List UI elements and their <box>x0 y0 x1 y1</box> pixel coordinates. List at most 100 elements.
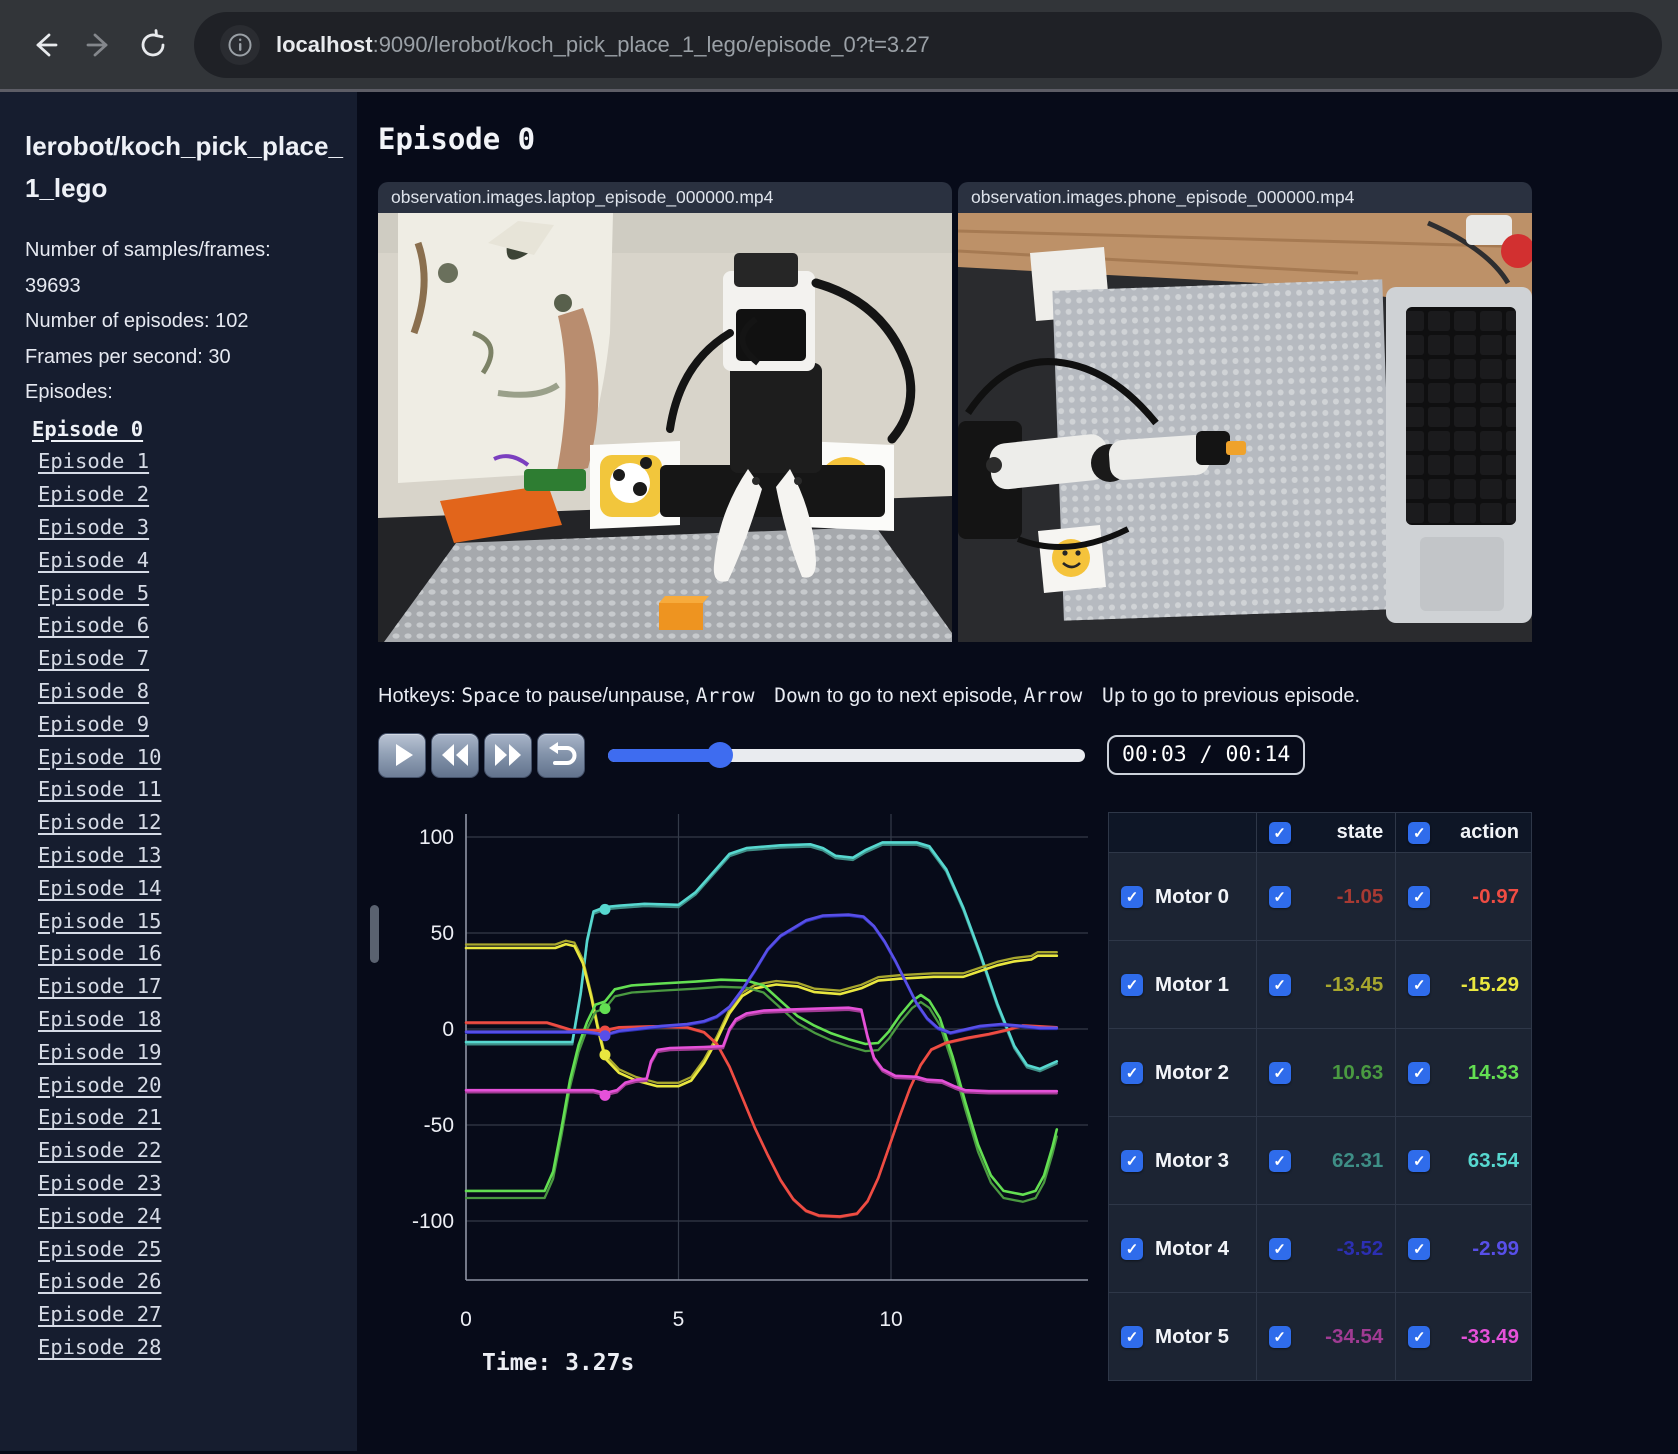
svg-text:100: 100 <box>419 826 454 849</box>
video-panel-laptop: observation.images.laptop_episode_000000… <box>378 182 952 642</box>
url-text[interactable]: localhost:9090/lerobot/koch_pick_place_1… <box>276 32 930 58</box>
state-value: -3.52 <box>1336 1236 1384 1260</box>
checkbox-motor-4[interactable]: ✓ <box>1121 1237 1143 1260</box>
checkbox-motor-5[interactable]: ✓ <box>1121 1325 1143 1348</box>
episode-link[interactable]: Episode 27 <box>38 1302 161 1326</box>
episode-link[interactable]: Episode 14 <box>38 876 161 900</box>
episode-link[interactable]: Episode 5 <box>38 581 149 605</box>
episode-link[interactable]: Episode 18 <box>38 1007 161 1031</box>
action-value: -0.97 <box>1472 884 1519 908</box>
sidebar-item-episode-16: Episode 16 <box>25 937 347 970</box>
slider-thumb[interactable] <box>706 742 733 768</box>
hotkey-text: Hotkeys: <box>378 685 462 707</box>
loop-button[interactable] <box>537 732 585 778</box>
back-button[interactable] <box>18 18 72 72</box>
episode-link[interactable]: Episode 0 <box>32 417 143 441</box>
sidebar-item-episode-14: Episode 14 <box>25 872 347 905</box>
checkbox-motor-1[interactable]: ✓ <box>1121 973 1143 996</box>
chart-canvas[interactable]: 100 50 0 -50 -100 0 5 10 Time: 3.27s <box>378 786 1094 1402</box>
episode-link[interactable]: Episode 2 <box>38 482 149 506</box>
svg-text:50: 50 <box>431 922 454 945</box>
url-bar[interactable]: localhost:9090/lerobot/koch_pick_place_1… <box>194 11 1662 78</box>
video-title-phone: observation.images.phone_episode_000000.… <box>958 182 1532 213</box>
episode-link[interactable]: Episode 25 <box>38 1237 161 1261</box>
episode-link[interactable]: Episode 20 <box>38 1073 161 1097</box>
checkbox-motor-5-action[interactable]: ✓ <box>1408 1325 1431 1348</box>
column-header-state: state <box>1336 821 1384 843</box>
sidebar-item-episode-7: Episode 7 <box>25 642 347 675</box>
sidebar-item-episode-15: Episode 15 <box>25 905 347 938</box>
checkbox-motor-1-state[interactable]: ✓ <box>1268 973 1291 996</box>
checkbox-column-state[interactable]: ✓ <box>1268 821 1291 844</box>
checkbox-column-action[interactable]: ✓ <box>1408 821 1431 844</box>
episode-link[interactable]: Episode 10 <box>38 745 161 769</box>
checkbox-motor-3-state[interactable]: ✓ <box>1268 1149 1291 1172</box>
checkbox-motor-4-state[interactable]: ✓ <box>1268 1237 1291 1260</box>
sidebar-item-episode-17: Episode 17 <box>25 970 347 1003</box>
sidebar-item-episode-21: Episode 21 <box>25 1101 347 1134</box>
motor-label: Motor 2 <box>1155 1060 1230 1084</box>
play-icon <box>396 744 413 766</box>
fast-forward-button[interactable] <box>484 732 532 778</box>
checkbox-motor-2-state[interactable]: ✓ <box>1268 1061 1291 1084</box>
episode-link[interactable]: Episode 21 <box>38 1105 161 1129</box>
checkbox-motor-0-action[interactable]: ✓ <box>1408 885 1431 908</box>
svg-text:10: 10 <box>879 1308 902 1331</box>
hotkey-key: Arrow Down <box>695 684 822 707</box>
forward-icon <box>86 33 108 56</box>
sidebar-item-episode-22: Episode 22 <box>25 1134 347 1167</box>
state-value: 10.63 <box>1331 1060 1384 1084</box>
episode-link[interactable]: Episode 17 <box>38 974 161 998</box>
episode-link[interactable]: Episode 3 <box>38 515 149 539</box>
checkbox-motor-5-state[interactable]: ✓ <box>1268 1325 1291 1348</box>
checkbox-motor-2-action[interactable]: ✓ <box>1408 1061 1431 1084</box>
play-button[interactable] <box>378 732 426 778</box>
episode-link[interactable]: Episode 15 <box>38 909 161 933</box>
sidebar-item-episode-25: Episode 25 <box>25 1233 347 1266</box>
episode-link[interactable]: Episode 12 <box>38 810 161 834</box>
episode-link[interactable]: Episode 4 <box>38 548 149 572</box>
episode-link[interactable]: Episode 24 <box>38 1204 161 1228</box>
checkbox-motor-3[interactable]: ✓ <box>1121 1149 1143 1172</box>
episode-link[interactable]: Episode 1 <box>38 449 149 473</box>
episode-link[interactable]: Episode 8 <box>38 679 149 703</box>
back-icon <box>36 33 58 56</box>
site-info-icon[interactable] <box>220 24 260 65</box>
hotkey-text: to go to previous episode. <box>1125 685 1361 707</box>
video-panel-phone: observation.images.phone_episode_000000.… <box>958 182 1532 642</box>
state-value: -13.45 <box>1325 972 1384 996</box>
episode-link[interactable]: Episode 11 <box>38 777 161 801</box>
video-seek-slider[interactable] <box>608 742 1085 768</box>
rewind-button[interactable] <box>431 732 479 778</box>
episode-link[interactable]: Episode 6 <box>38 613 149 637</box>
episode-link[interactable]: Episode 13 <box>38 843 161 867</box>
checkbox-motor-3-action[interactable]: ✓ <box>1408 1149 1431 1172</box>
sidebar-item-episode-1: Episode 1 <box>25 445 347 478</box>
episode-link[interactable]: Episode 19 <box>38 1040 161 1064</box>
video-laptop[interactable] <box>378 213 952 642</box>
checkbox-motor-1-action[interactable]: ✓ <box>1408 973 1431 996</box>
scrollbar-thumb[interactable] <box>370 905 379 963</box>
checkbox-motor-4-action[interactable]: ✓ <box>1408 1237 1431 1260</box>
episode-link[interactable]: Episode 23 <box>38 1171 161 1195</box>
video-phone[interactable] <box>958 213 1532 642</box>
checkbox-motor-0[interactable]: ✓ <box>1121 885 1143 908</box>
episode-link[interactable]: Episode 28 <box>38 1335 161 1359</box>
forward-button[interactable] <box>72 18 126 72</box>
action-value: -33.49 <box>1460 1324 1519 1348</box>
episode-link[interactable]: Episode 16 <box>38 941 161 965</box>
episode-link[interactable]: Episode 9 <box>38 712 149 736</box>
sidebar-item-episode-20: Episode 20 <box>25 1069 347 1102</box>
state-value: 62.31 <box>1331 1148 1384 1172</box>
smiley-card <box>1038 525 1106 593</box>
reload-button[interactable] <box>126 18 180 72</box>
state-value: -1.05 <box>1336 884 1384 908</box>
checkbox-motor-2[interactable]: ✓ <box>1121 1061 1143 1084</box>
episode-link[interactable]: Episode 7 <box>38 646 149 670</box>
sidebar-item-episode-19: Episode 19 <box>25 1036 347 1069</box>
sidebar-item-episode-6: Episode 6 <box>25 609 347 642</box>
sidebar-item-episode-18: Episode 18 <box>25 1003 347 1036</box>
checkbox-motor-0-state[interactable]: ✓ <box>1268 885 1291 908</box>
episode-link[interactable]: Episode 26 <box>38 1269 161 1293</box>
episode-link[interactable]: Episode 22 <box>38 1138 161 1162</box>
